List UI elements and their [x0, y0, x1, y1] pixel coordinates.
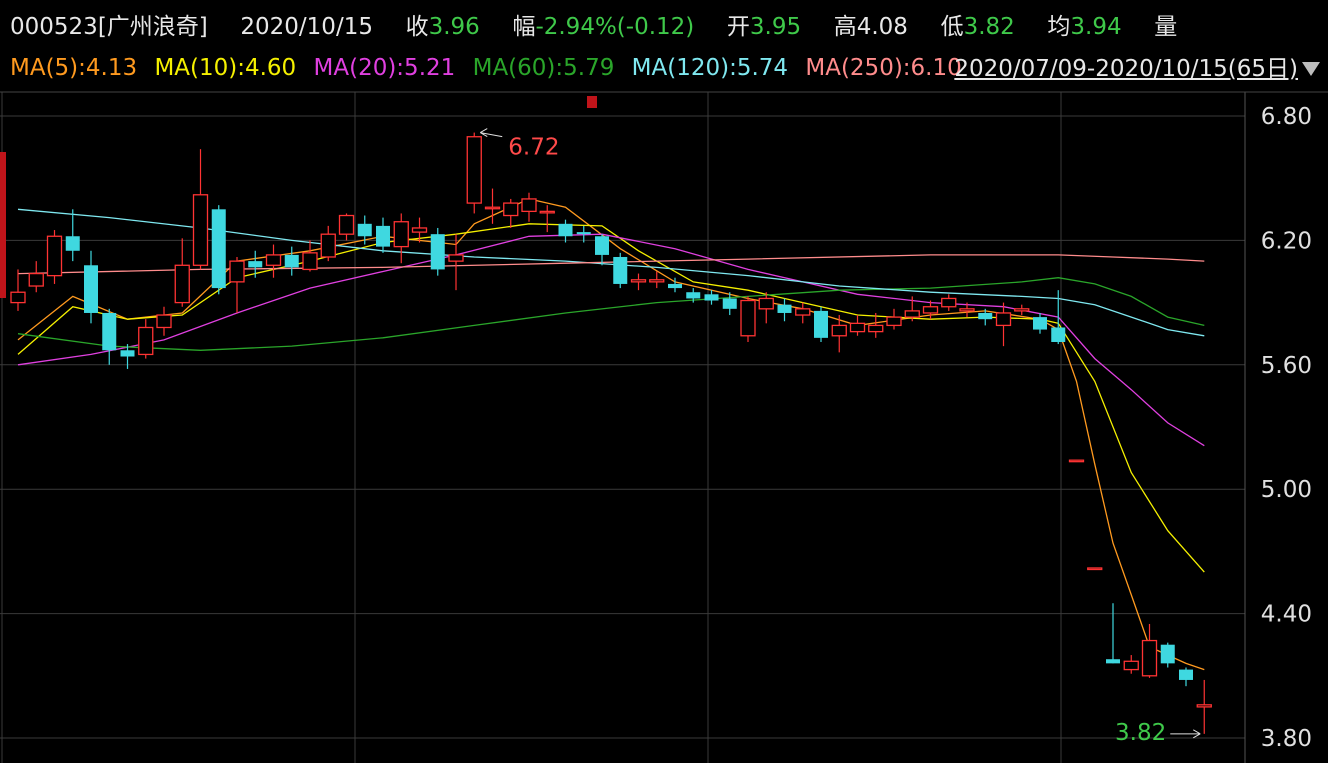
low-value: 3.82 — [963, 14, 1015, 40]
candle — [138, 319, 154, 359]
candle — [302, 240, 318, 272]
avg-value: 3.94 — [1070, 14, 1122, 40]
high-marker-label: 6.72 — [508, 135, 559, 161]
candle — [156, 306, 172, 336]
candle — [1014, 304, 1030, 316]
candle — [211, 205, 226, 295]
price-annotations: 6.72 3.82 — [480, 128, 1201, 746]
candle — [1179, 667, 1193, 687]
candle — [484, 188, 501, 224]
open-label: 开 — [726, 14, 750, 40]
close-label: 收 — [405, 14, 429, 40]
candle — [229, 256, 245, 313]
candle — [613, 252, 628, 289]
moving-average-lines — [17, 198, 1205, 671]
candle — [320, 225, 336, 262]
candle — [758, 292, 774, 324]
candle — [10, 269, 26, 311]
candle — [376, 217, 390, 253]
y-tick-label: 5.60 — [1261, 353, 1312, 379]
candle — [192, 149, 209, 270]
ma5-label: MA(5):4.13 — [10, 55, 138, 81]
candle — [814, 306, 828, 342]
candle — [1123, 655, 1139, 674]
candle — [65, 209, 80, 262]
open-value: 3.95 — [749, 14, 802, 40]
candle — [46, 230, 63, 284]
candle — [1033, 312, 1047, 334]
candle — [284, 246, 299, 276]
candle — [630, 273, 647, 291]
triangle-down-icon[interactable] — [1300, 56, 1322, 82]
y-tick-label: 6.80 — [1261, 104, 1312, 130]
ma250-label: MA(250):6.10 — [805, 55, 962, 81]
candle — [174, 238, 190, 307]
top-edge-marker — [587, 96, 597, 108]
low-marker-arrow — [1170, 729, 1201, 739]
candle — [995, 302, 1012, 347]
candle — [265, 244, 282, 278]
candle — [430, 227, 445, 276]
quote-header: 000523[广州浪奇] 2020/10/15 收3.96 幅-2.94%(-0… — [0, 0, 1328, 46]
candle — [28, 261, 44, 293]
candle — [1160, 642, 1175, 668]
candle — [393, 213, 409, 264]
candle — [102, 308, 117, 365]
left-edge-marker — [0, 152, 6, 298]
y-tick-label: 3.80 — [1261, 726, 1312, 752]
ma-line-ma60 — [17, 277, 1205, 351]
candle — [1106, 603, 1120, 664]
candle — [1068, 459, 1085, 463]
candle — [521, 192, 537, 222]
price-axis: 6.80 6.20 5.60 5.00 4.40 3.80 — [1261, 104, 1312, 752]
close-value: 3.96 — [428, 14, 480, 40]
ma60-label: MA(60):5.79 — [472, 55, 615, 81]
candle — [1196, 679, 1212, 734]
y-tick-label: 4.40 — [1261, 602, 1312, 628]
y-tick-label: 5.00 — [1261, 477, 1312, 503]
low-label: 低 — [940, 14, 964, 40]
candle — [849, 315, 866, 336]
candle — [466, 132, 482, 214]
ma20-label: MA(20):5.21 — [313, 55, 456, 81]
change-label: 幅 — [512, 14, 536, 40]
candle — [338, 213, 355, 241]
candle — [740, 296, 756, 342]
candle — [704, 290, 719, 305]
candle — [886, 308, 902, 330]
candle — [558, 219, 573, 243]
date-range-label[interactable]: 2020/07/09-2020/10/15(65日) — [954, 55, 1298, 83]
candle — [795, 302, 811, 324]
candle — [941, 294, 957, 311]
ma-line-ma10 — [17, 223, 1205, 573]
candle — [831, 315, 847, 353]
candlestick-chart[interactable]: 6.80 6.20 5.60 5.00 4.40 3.80 6.72 3.82 — [0, 0, 1328, 763]
high-value: 4.08 — [856, 14, 908, 40]
low-marker-label: 3.82 — [1115, 720, 1166, 746]
candle — [539, 205, 555, 233]
high-marker-arrow — [480, 128, 503, 138]
candle — [84, 250, 98, 324]
change-value: -2.94%(-0.12) — [535, 14, 695, 40]
stock-code: 000523 — [10, 14, 98, 40]
candles — [10, 132, 1212, 734]
ma120-label: MA(120):5.74 — [631, 55, 789, 81]
candle — [448, 234, 464, 291]
candle — [248, 250, 263, 278]
candle — [595, 234, 609, 266]
y-tick-label: 6.20 — [1261, 228, 1312, 254]
avg-label: 均 — [1047, 14, 1071, 40]
quote-date: 2020/10/15 — [240, 14, 373, 40]
candle — [1087, 567, 1103, 571]
ma10-label: MA(10):4.60 — [154, 55, 297, 81]
candle — [777, 298, 792, 322]
volume-label: 量 — [1154, 14, 1178, 40]
stock-name: [广州浪奇] — [97, 14, 208, 40]
high-label: 高 — [833, 14, 857, 40]
candle — [668, 277, 682, 293]
candle — [503, 198, 519, 228]
